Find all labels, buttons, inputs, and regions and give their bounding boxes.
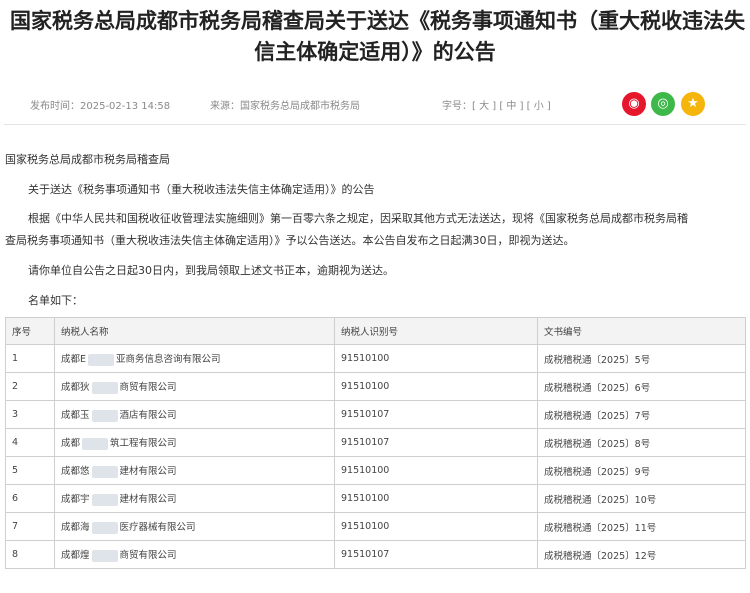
header-no: 序号	[5, 317, 55, 345]
row-name: 成都宇 建材有限公司	[54, 484, 335, 513]
paragraph-1-line-1: 根据《中华人民共和国税收征收管理法实施细则》第一百零六条之规定，因采取其他方式无…	[28, 212, 688, 225]
name-prefix: 成都悠	[61, 466, 90, 478]
row-doc: 成税稽税通〔2025〕6号	[537, 372, 746, 401]
row-name: 成都狄 商贸有限公司	[54, 372, 335, 401]
qzone-icon[interactable]: ★	[681, 92, 705, 116]
notice-subject: 关于送达《税务事项通知书（重大税收违法失信主体确定适用）》的公告	[28, 183, 375, 196]
row-name: 成都E 亚商务信息咨询有限公司	[54, 344, 335, 373]
name-suffix: 亚商务信息咨询有限公司	[116, 354, 221, 366]
row-tin: 91510100	[334, 372, 538, 401]
redaction	[91, 465, 118, 478]
row-no: 3	[5, 400, 55, 429]
row-doc: 成税稽税通〔2025〕8号	[537, 428, 746, 457]
header-name: 纳税人名称	[54, 317, 335, 345]
row-no: 7	[5, 512, 55, 541]
row-name: 成都 筑工程有限公司	[54, 428, 335, 457]
font-size-switch[interactable]: 字号：[ 大 ] [ 中 ] [ 小 ]	[442, 97, 551, 112]
title-line-2: 信主体确定适用）》的公告	[254, 40, 496, 64]
row-doc: 成税稽税通〔2025〕12号	[537, 540, 746, 569]
redaction	[82, 437, 109, 450]
header-doc: 文书编号	[537, 317, 746, 345]
publish-time: 发布时间：2025-02-13 14:58	[30, 101, 171, 112]
name-prefix: 成都	[61, 438, 81, 450]
row-name: 成都煌 商贸有限公司	[54, 540, 335, 569]
name-prefix: 成都海	[61, 522, 90, 534]
table-row: 4 成都 筑工程有限公司 91510107 成税稽税通〔2025〕8号	[5, 428, 746, 457]
header-divider	[4, 124, 746, 125]
table-row: 7 成都海 医疗器械有限公司 91510100 成税稽税通〔2025〕11号	[5, 512, 746, 541]
table-row: 2 成都狄 商贸有限公司 91510100 成税稽税通〔2025〕6号	[5, 372, 746, 401]
taxpayer-table: 序号 纳税人名称 纳税人识别号 文书编号 1 成都E 亚商务信息咨询有限公司 9151…	[5, 317, 746, 569]
table-header-row: 序号 纳税人名称 纳税人识别号 文书编号	[5, 317, 746, 345]
table-row: 1 成都E 亚商务信息咨询有限公司 91510100 成税稽税通〔2025〕5号	[5, 344, 746, 373]
paragraph-2: 请你单位自公告之日起30日内，到我局领取上述文书正本，逾期视为送达。	[28, 264, 394, 277]
name-prefix: 成都煌	[61, 550, 90, 562]
title-line-1: 国家税务总局成都市税务局稽查局关于送达《税务事项通知书（重大税收违法失	[10, 9, 745, 33]
name-prefix: 成都E	[61, 354, 87, 366]
row-no: 5	[5, 456, 55, 485]
table-row: 3 成都玉 酒店有限公司 91510107 成税稽税通〔2025〕7号	[5, 400, 746, 429]
row-tin: 91510100	[334, 456, 538, 485]
row-name: 成都悠 建材有限公司	[54, 456, 335, 485]
org-name: 国家税务总局成都市税务局稽查局	[5, 153, 170, 166]
row-tin: 91510107	[334, 540, 538, 569]
name-suffix: 商贸有限公司	[119, 550, 177, 562]
table-row: 8 成都煌 商贸有限公司 91510107 成税稽税通〔2025〕12号	[5, 540, 746, 569]
redaction	[91, 381, 118, 394]
row-tin: 91510107	[334, 428, 538, 457]
name-prefix: 成都宇	[61, 494, 90, 506]
table-row: 6 成都宇 建材有限公司 91510100 成税稽税通〔2025〕10号	[5, 484, 746, 513]
row-no: 1	[5, 344, 55, 373]
row-tin: 91510107	[334, 400, 538, 429]
weibo-icon[interactable]: ◉	[622, 92, 646, 116]
name-suffix: 建材有限公司	[119, 494, 177, 506]
row-doc: 成税稽税通〔2025〕7号	[537, 400, 746, 429]
row-tin: 91510100	[334, 344, 538, 373]
row-name: 成都海 医疗器械有限公司	[54, 512, 335, 541]
row-doc: 成税稽税通〔2025〕9号	[537, 456, 746, 485]
paragraph-1-line-2: 查局税务事项通知书（重大税收违法失信主体确定适用）》予以公告送达。本公告自发布之…	[5, 234, 575, 247]
row-doc: 成税稽税通〔2025〕5号	[537, 344, 746, 373]
page-title: 国家税务总局成都市税务局稽查局关于送达《税务事项通知书（重大税收违法失 信主体确…	[10, 6, 745, 68]
name-suffix: 商贸有限公司	[119, 382, 177, 394]
name-suffix: 建材有限公司	[119, 466, 177, 478]
row-doc: 成税稽税通〔2025〕10号	[537, 484, 746, 513]
name-suffix: 筑工程有限公司	[110, 438, 177, 450]
list-intro: 名单如下：	[28, 294, 83, 307]
table-row: 5 成都悠 建材有限公司 91510100 成税稽税通〔2025〕9号	[5, 456, 746, 485]
row-no: 4	[5, 428, 55, 457]
name-prefix: 成都玉	[61, 410, 90, 422]
wechat-icon[interactable]: ◎	[651, 92, 675, 116]
header-tin: 纳税人识别号	[334, 317, 538, 345]
row-no: 2	[5, 372, 55, 401]
name-suffix: 医疗器械有限公司	[119, 522, 196, 534]
row-doc: 成税稽税通〔2025〕11号	[537, 512, 746, 541]
row-no: 6	[5, 484, 55, 513]
redaction	[91, 521, 118, 534]
redaction	[91, 549, 118, 562]
row-name: 成都玉 酒店有限公司	[54, 400, 335, 429]
source: 来源：国家税务总局成都市税务局	[210, 101, 360, 112]
name-suffix: 酒店有限公司	[119, 410, 177, 422]
redaction	[88, 353, 115, 366]
row-tin: 91510100	[334, 512, 538, 541]
row-tin: 91510100	[334, 484, 538, 513]
row-no: 8	[5, 540, 55, 569]
name-prefix: 成都狄	[61, 382, 90, 394]
redaction	[91, 409, 118, 422]
redaction	[91, 493, 118, 506]
